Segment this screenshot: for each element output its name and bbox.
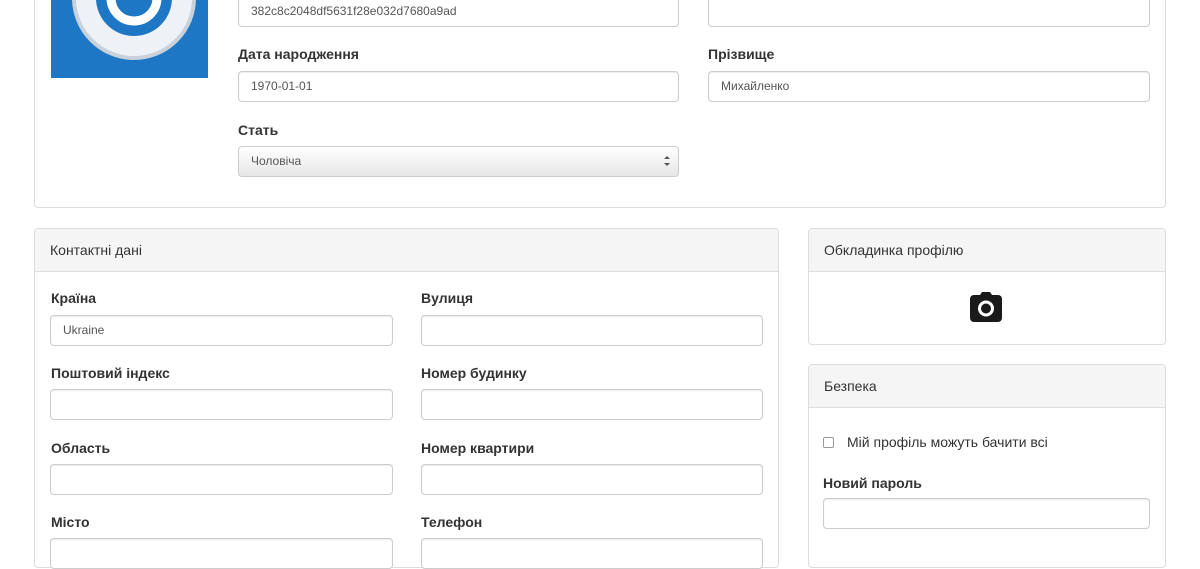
cover-panel-title: Обкладинка профілю (824, 242, 964, 258)
country-field[interactable]: Ukraine (50, 315, 393, 346)
birth-date-field[interactable]: 1970-01-01 (238, 71, 679, 102)
city-field[interactable] (50, 538, 393, 569)
region-field[interactable] (50, 464, 393, 495)
public-profile-checkbox[interactable] (823, 437, 834, 448)
cover-panel-heading: Обкладинка профілю (809, 229, 1165, 272)
postal-code-label: Поштовий індекс (51, 365, 170, 381)
new-password-field[interactable] (823, 498, 1150, 529)
camera-icon (970, 292, 1002, 322)
phone-label: Телефон (421, 514, 483, 530)
avatar[interactable] (51, 0, 208, 78)
surname-field[interactable]: Михайленко (708, 71, 1150, 102)
gender-label: Стать (238, 122, 279, 138)
gender-select[interactable]: Чоловіча (238, 146, 679, 177)
gender-selected-value: Чоловіча (251, 154, 302, 168)
city-label: Місто (51, 514, 90, 530)
avatar-logo-icon (72, 0, 196, 60)
security-panel: Безпека (808, 364, 1166, 568)
birth-date-label: Дата народження (238, 46, 359, 62)
apartment-number-field[interactable] (421, 464, 763, 495)
country-label: Країна (51, 290, 97, 306)
security-panel-title: Безпека (824, 378, 877, 394)
apartment-number-label: Номер квартири (421, 440, 535, 456)
surname-label: Прізвище (708, 46, 775, 62)
house-number-label: Номер будинку (421, 365, 527, 381)
street-field[interactable] (421, 315, 763, 346)
street-label: Вулиця (421, 290, 473, 306)
select-arrows-icon (664, 156, 670, 166)
first-name-field[interactable] (708, 0, 1150, 27)
profile-id-field[interactable]: 382c8c2048df5631f28e032d7680a9ad (238, 0, 679, 27)
region-label: Область (51, 440, 111, 456)
contacts-panel-title: Контактні дані (50, 242, 142, 258)
phone-field[interactable] (421, 538, 763, 569)
cover-upload-button[interactable] (970, 292, 1002, 322)
security-panel-heading: Безпека (809, 365, 1165, 408)
new-password-label: Новий пароль (823, 475, 922, 491)
postal-code-field[interactable] (50, 389, 393, 420)
public-profile-label: Мій профіль можуть бачити всі (847, 434, 1048, 450)
cover-panel: Обкладинка профілю (808, 228, 1166, 345)
house-number-field[interactable] (421, 389, 763, 420)
contacts-panel-heading: Контактні дані (35, 229, 778, 272)
